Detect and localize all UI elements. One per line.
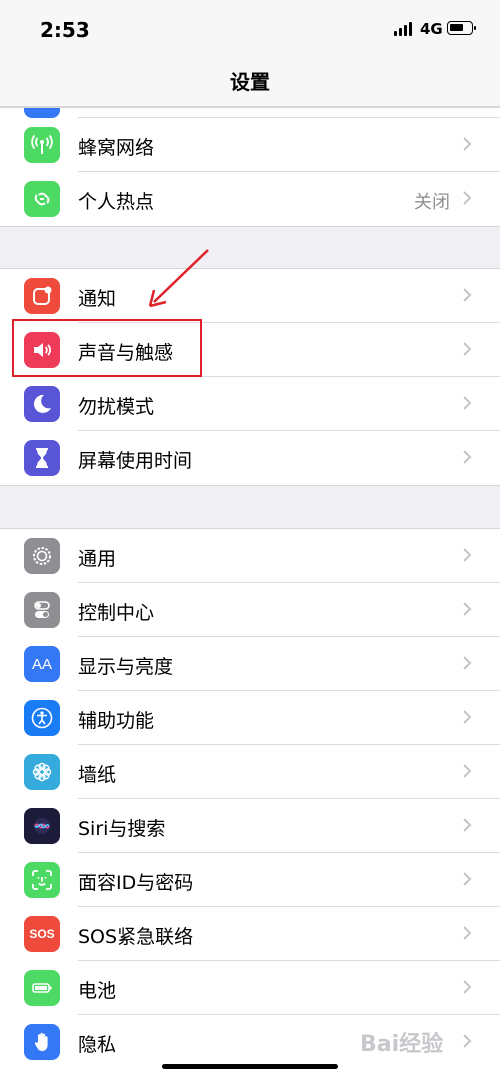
settings-row-label: 通用: [78, 548, 117, 570]
watermark: Bai经验: [360, 1032, 444, 1057]
settings-row-label: 个人热点: [78, 191, 155, 213]
status-time: 2:53: [40, 18, 90, 42]
chevron-right-icon: [463, 450, 472, 464]
moon-icon: [24, 386, 60, 422]
settings-row-notifications[interactable]: 通知: [0, 269, 500, 323]
settings-row-wallpaper[interactable]: 墙纸: [0, 745, 500, 799]
display-icon: AA: [24, 646, 60, 682]
network-type: 4G: [420, 20, 443, 38]
annotation-arrow: [148, 249, 209, 308]
chevron-right-icon: [463, 602, 472, 616]
notification-icon: [24, 278, 60, 314]
chevron-right-icon: [463, 926, 472, 940]
settings-row-label: 辅助功能: [78, 710, 155, 732]
chevron-right-icon: [463, 191, 472, 205]
settings-row-label: 墙纸: [78, 764, 117, 786]
chevron-right-icon: [463, 548, 472, 562]
sos-icon: SOS: [24, 916, 60, 952]
signal-icon: [394, 22, 416, 36]
chevron-right-icon: [463, 872, 472, 886]
chevron-right-icon: [463, 980, 472, 994]
settings-group-network: 蜂窝网络 个人热点 关闭: [0, 107, 500, 227]
chevron-right-icon: [463, 396, 472, 410]
battery-status-icon: [447, 21, 476, 35]
wallpaper-icon: [24, 754, 60, 790]
cellular-icon: [24, 127, 60, 163]
hourglass-icon: [24, 440, 60, 476]
nav-bar: 设置: [0, 58, 500, 107]
settings-row-label: 电池: [78, 980, 117, 1002]
settings-row-label: 面容ID与密码: [78, 872, 194, 894]
settings-row-label: 蜂窝网络: [78, 137, 155, 159]
settings-row-emergency-sos[interactable]: SOS SOS紧急联络: [0, 907, 500, 961]
settings-row-label: 屏幕使用时间: [78, 450, 193, 472]
chevron-right-icon: [463, 342, 472, 356]
settings-row-label: 隐私: [78, 1034, 117, 1056]
settings-row-hotspot[interactable]: 个人热点 关闭: [0, 172, 500, 226]
list-item-partial: [0, 108, 500, 118]
accessibility-icon: [24, 700, 60, 736]
hotspot-status-value: 关闭: [414, 192, 450, 213]
settings-row-label: 通知: [78, 288, 117, 310]
home-indicator[interactable]: [162, 1064, 338, 1069]
settings-group-general: 通用 控制中心 AA 显示与亮度 辅助功能 墙纸 Siri与搜索 面容ID与密码…: [0, 528, 500, 1089]
settings-row-screen-time[interactable]: 屏幕使用时间: [0, 431, 500, 485]
settings-row-label: SOS紧急联络: [78, 926, 194, 948]
annotation-highlight-box: [12, 319, 202, 377]
chevron-right-icon: [463, 764, 472, 778]
settings-row-battery[interactable]: 电池: [0, 961, 500, 1015]
faceid-icon: [24, 862, 60, 898]
hotspot-icon: [24, 181, 60, 217]
chevron-right-icon: [463, 818, 472, 832]
partial-icon: [24, 108, 60, 118]
settings-row-label: 勿扰模式: [78, 396, 155, 418]
settings-row-display[interactable]: AA 显示与亮度: [0, 637, 500, 691]
chevron-right-icon: [463, 710, 472, 724]
siri-icon: [24, 808, 60, 844]
settings-row-cellular[interactable]: 蜂窝网络: [0, 118, 500, 172]
chevron-right-icon: [463, 137, 472, 151]
settings-row-label: Siri与搜索: [78, 818, 166, 840]
settings-row-face-id[interactable]: 面容ID与密码: [0, 853, 500, 907]
chevron-right-icon: [463, 656, 472, 670]
settings-row-control-center[interactable]: 控制中心: [0, 583, 500, 637]
settings-row-siri[interactable]: Siri与搜索: [0, 799, 500, 853]
settings-row-general[interactable]: 通用: [0, 529, 500, 583]
gear-icon: [24, 538, 60, 574]
battery-icon: [24, 970, 60, 1006]
chevron-right-icon: [463, 1034, 472, 1048]
status-bar: 2:53 4G: [0, 0, 500, 58]
page-title: 设置: [230, 70, 270, 94]
hand-icon: [24, 1024, 60, 1060]
settings-row-accessibility[interactable]: 辅助功能: [0, 691, 500, 745]
settings-group-notifications: 通知 声音与触感 勿扰模式 屏幕使用时间: [0, 268, 500, 486]
toggles-icon: [24, 592, 60, 628]
chevron-right-icon: [463, 288, 472, 302]
settings-row-do-not-disturb[interactable]: 勿扰模式: [0, 377, 500, 431]
settings-row-label: 显示与亮度: [78, 656, 174, 678]
settings-row-label: 控制中心: [78, 602, 155, 624]
